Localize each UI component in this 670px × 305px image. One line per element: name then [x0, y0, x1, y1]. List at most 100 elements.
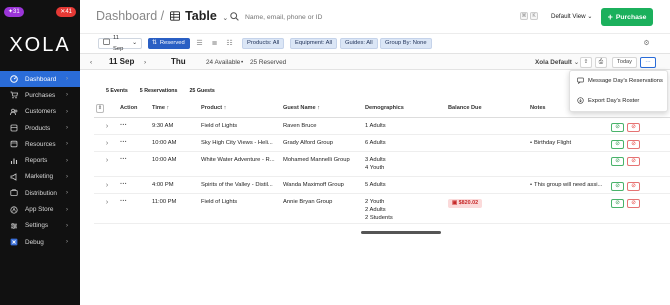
- today-button[interactable]: Today: [612, 57, 637, 68]
- current-weekday: Thu: [171, 57, 186, 66]
- dot-separator: •: [241, 59, 244, 66]
- search-input[interactable]: [245, 13, 485, 21]
- sidebar-item-settings[interactable]: Settings ›: [0, 218, 80, 234]
- table-row[interactable]: › ··· 11:00 PM Field of Lights Annie Bry…: [94, 193, 670, 224]
- row-product[interactable]: Spirits of the Valley - Distil...: [199, 176, 281, 194]
- balance-badge[interactable]: ▣ $820.02: [448, 198, 483, 208]
- no-show-icon[interactable]: ⊘: [627, 181, 640, 191]
- groupby-filter[interactable]: Group By: None: [380, 38, 432, 49]
- purchase-button[interactable]: + Purchase: [601, 8, 653, 26]
- search-box[interactable]: ⌘K: [230, 9, 538, 25]
- no-show-icon[interactable]: ⊘: [627, 156, 640, 166]
- alert-count: 41: [65, 9, 72, 15]
- export-roster-item[interactable]: Export Day's Roster: [570, 91, 667, 111]
- more-options-button[interactable]: ···: [640, 57, 656, 68]
- sidebar-item-purchases[interactable]: Purchases ›: [0, 87, 80, 103]
- chevron-right-icon: ›: [66, 125, 68, 132]
- date-filter-label: 11 Sep: [113, 34, 124, 52]
- check-in-icon[interactable]: ⊘: [611, 139, 624, 149]
- sidebar-item-dashboard[interactable]: Dashboard ›: [0, 71, 80, 88]
- row-guest-name[interactable]: Grady Alford Group: [281, 134, 363, 152]
- row-product[interactable]: Field of Lights: [199, 193, 281, 224]
- row-action-menu[interactable]: ···: [118, 176, 150, 194]
- sidebar-item-reports[interactable]: Reports ›: [0, 152, 80, 168]
- check-in-icon[interactable]: ⊘: [611, 156, 624, 166]
- next-day-icon[interactable]: ›: [144, 58, 146, 67]
- list-filter-icon[interactable]: ☰: [195, 39, 204, 48]
- row-action-menu[interactable]: ···: [118, 134, 150, 152]
- marketing-icon: [9, 172, 19, 182]
- column-product[interactable]: Product ↑: [199, 100, 281, 118]
- chevron-right-icon: ›: [66, 92, 68, 99]
- chevron-right-icon: ›: [66, 206, 68, 213]
- expand-row-icon[interactable]: ›: [94, 176, 118, 194]
- date-filter[interactable]: 11 Sep ⌄: [98, 35, 142, 52]
- chevron-down-icon[interactable]: ⌄: [222, 15, 228, 22]
- no-show-icon[interactable]: ⊘: [627, 139, 640, 149]
- products-filter[interactable]: Products: All: [242, 38, 285, 49]
- table-row[interactable]: › ··· 10:00 AM Sky High City Views - Hel…: [94, 134, 670, 152]
- sidebar-item-label: Products: [25, 124, 51, 132]
- sidebar-item-marketing[interactable]: Marketing ›: [0, 169, 80, 185]
- row-guest-name[interactable]: Raven Bruce: [281, 117, 363, 135]
- layout-select-label: Xola Default: [535, 59, 572, 66]
- row-product[interactable]: Field of Lights: [199, 117, 281, 135]
- sidebar-item-products[interactable]: Products ›: [0, 120, 80, 136]
- customers-icon: [9, 107, 19, 117]
- column-balance-due[interactable]: Balance Due: [446, 100, 528, 118]
- export-icon[interactable]: ⇪: [580, 57, 592, 68]
- align-filter-icon[interactable]: ☷: [225, 39, 234, 48]
- sort-filter-icon[interactable]: ≣: [210, 39, 219, 48]
- column-time[interactable]: Time ↑: [150, 100, 199, 118]
- row-action-menu[interactable]: ···: [118, 117, 150, 135]
- guides-filter[interactable]: Guides: All: [340, 38, 378, 49]
- equipment-filter[interactable]: Equipment: All: [290, 38, 338, 49]
- keyboard-shortcut: ⌘ K: [520, 12, 538, 20]
- print-icon[interactable]: ⎙: [595, 57, 607, 68]
- no-show-icon[interactable]: ⊘: [627, 198, 640, 208]
- expand-row-icon[interactable]: ›: [94, 151, 118, 177]
- prev-day-icon[interactable]: ‹: [90, 58, 92, 67]
- expand-row-icon[interactable]: ›: [94, 134, 118, 152]
- row-product[interactable]: Sky High City Views - Heli...: [199, 134, 281, 152]
- row-action-menu[interactable]: ···: [118, 151, 150, 177]
- row-product[interactable]: White Water Adventure - R...: [199, 151, 281, 177]
- column-action[interactable]: Action: [118, 100, 150, 118]
- column-settings-icon[interactable]: ⚙: [642, 39, 651, 48]
- no-show-icon[interactable]: ⊘: [627, 122, 640, 132]
- demographic-line: 2 Youth: [365, 198, 385, 205]
- check-in-icon[interactable]: ⊘: [611, 198, 624, 208]
- check-in-icon[interactable]: ⊘: [611, 181, 624, 191]
- breadcrumb-root[interactable]: Dashboard: [96, 9, 157, 23]
- sidebar-item-customers[interactable]: Customers ›: [0, 104, 80, 120]
- row-guest-name[interactable]: Mohamed Mannelli Group: [281, 151, 363, 177]
- row-action-menu[interactable]: ···: [118, 193, 150, 224]
- expand-row-icon[interactable]: ›: [94, 117, 118, 135]
- reserved-filter[interactable]: ⇅ Reserved: [148, 38, 190, 49]
- column-demographics[interactable]: Demographics: [363, 100, 446, 118]
- sidebar-item-debug[interactable]: Debug ›: [0, 234, 80, 250]
- sidebar-item-resources[interactable]: Resources ›: [0, 136, 80, 152]
- expand-row-icon[interactable]: ›: [94, 193, 118, 224]
- select-all-header[interactable]: ⇕: [94, 100, 118, 118]
- sidebar-item-label: Distribution: [25, 189, 57, 197]
- column-guest-name[interactable]: Guest Name ↑: [281, 100, 363, 118]
- more-horizontal-icon: ···: [120, 197, 127, 205]
- row-guest-name[interactable]: Annie Bryan Group: [281, 193, 363, 224]
- message-reservations-item[interactable]: Message Day's Reservations: [570, 71, 667, 91]
- check-in-icon[interactable]: ⊘: [611, 122, 624, 132]
- sidebar-item-distribution[interactable]: Distribution ›: [0, 185, 80, 201]
- kbd-k: K: [530, 12, 538, 20]
- view-select[interactable]: Default View ⌄: [551, 13, 593, 20]
- alert-badge[interactable]: ✕41: [56, 7, 76, 17]
- table-row[interactable]: › ··· 4:00 PM Spirits of the Valley - Di…: [94, 176, 670, 194]
- notification-badge[interactable]: ✦31: [4, 7, 24, 17]
- xola-logo[interactable]: XOLA: [0, 34, 80, 57]
- row-guest-name[interactable]: Wanda Maximoff Group: [281, 176, 363, 194]
- table-row[interactable]: › ··· 9:30 AM Field of Lights Raven Bruc…: [94, 117, 670, 135]
- horizontal-scrollbar[interactable]: [361, 231, 441, 234]
- breadcrumb-view[interactable]: Table: [185, 9, 217, 23]
- table-row[interactable]: › ··· 10:00 AM White Water Adventure - R…: [94, 151, 670, 177]
- sidebar-item-app-store[interactable]: App Store ›: [0, 201, 80, 217]
- layout-select[interactable]: Xola Default ⌄: [535, 58, 579, 67]
